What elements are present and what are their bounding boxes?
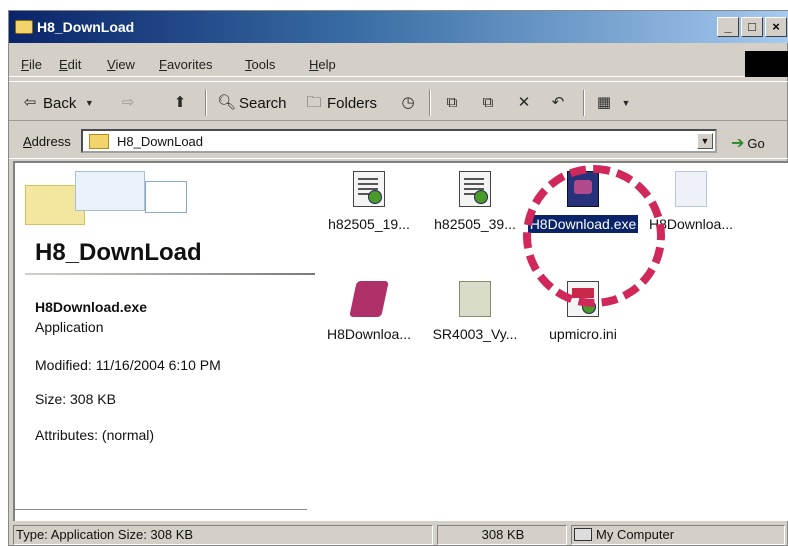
move-to-button[interactable]: ⧉ <box>443 91 461 115</box>
file-label: H8Downloa... <box>326 326 412 342</box>
help-book-icon <box>349 281 389 317</box>
toolbar-separator <box>583 90 585 116</box>
folder-view: H8_DownLoad H8Download.exe Application M… <box>13 161 788 521</box>
toolbar-separator <box>429 90 431 116</box>
folders-icon: 🗀 <box>306 94 322 111</box>
document-icon <box>459 171 491 207</box>
menu-view[interactable]: View <box>107 57 135 72</box>
menu-edit[interactable]: Edit <box>59 57 81 72</box>
file-label: h82505_19... <box>328 216 410 232</box>
menu-help[interactable]: Help <box>309 57 336 72</box>
forward-arrow-icon: ⇨ <box>121 94 135 111</box>
go-label: Go <box>747 135 765 151</box>
forward-button[interactable]: ⇨ <box>119 91 137 115</box>
menu-file[interactable]: File <box>21 57 42 72</box>
selected-file-name: H8Download.exe <box>35 299 148 315</box>
menu-tools[interactable]: Tools <box>245 57 275 72</box>
title-bar[interactable]: H8_DownLoad _ □ × <box>9 11 788 43</box>
folders-button[interactable]: 🗀 Folders <box>305 91 377 115</box>
selected-file-type: Application <box>35 319 104 335</box>
status-zone: My Computer <box>571 525 785 545</box>
address-value: H8_DownLoad <box>117 134 204 149</box>
file-item[interactable]: upmicro.ini <box>527 281 639 343</box>
application-icon <box>567 171 599 207</box>
history-button[interactable]: ◷ <box>399 91 417 115</box>
divider <box>15 509 307 510</box>
copy-to-icon: ⧉ <box>482 94 494 111</box>
chevron-down-icon: ▼ <box>621 98 631 108</box>
go-arrow-icon: ➔ <box>731 135 745 152</box>
go-button[interactable]: ➔ Go <box>731 133 765 153</box>
folder-icon <box>15 20 33 34</box>
toolbar: ⇦ Back ▼ ⇨ ⬆ 🔍︎ Search 🗀 Folders ◷ ⧉ ⧉ ✕… <box>9 81 788 121</box>
file-item-selected[interactable]: H8Download.exe <box>527 171 639 233</box>
address-bar: Address H8_DownLoad ▼ ➔ Go <box>9 123 788 159</box>
window-controls: _ □ × <box>717 17 787 37</box>
folders-label: Folders <box>327 94 378 112</box>
address-field[interactable]: H8_DownLoad ▼ <box>81 129 717 153</box>
history-icon: ◷ <box>401 94 415 111</box>
copy-to-button[interactable]: ⧉ <box>479 91 497 115</box>
close-button[interactable]: × <box>765 17 787 37</box>
back-label: Back <box>43 94 77 112</box>
views-icon: ▦ <box>596 94 612 111</box>
menu-favorites[interactable]: Favorites <box>159 57 212 72</box>
undo-icon: ↶ <box>551 94 565 111</box>
file-icon <box>675 171 707 207</box>
up-folder-button[interactable]: ⬆ <box>171 91 189 115</box>
delete-icon: ✕ <box>517 94 531 111</box>
menu-bar: File Edit View Favorites Tools Help <box>9 51 788 77</box>
undo-button[interactable]: ↶ <box>549 91 567 115</box>
address-label: Address <box>23 134 71 149</box>
move-to-icon: ⧉ <box>446 94 458 111</box>
ini-file-icon <box>567 281 599 317</box>
folder-icon <box>89 134 109 149</box>
selected-file-modified: Modified: 11/16/2004 6:10 PM <box>35 357 221 373</box>
back-arrow-icon: ⇦ <box>23 94 37 111</box>
file-item[interactable]: SR4003_Vy... <box>419 281 531 343</box>
file-icon <box>459 281 491 317</box>
file-label: H8Downloa... <box>648 216 734 232</box>
status-zone-label: My Computer <box>596 527 675 542</box>
status-type: Type: Application Size: 308 KB <box>13 525 433 545</box>
file-item[interactable]: h82505_19... <box>313 171 425 233</box>
divider <box>25 273 315 275</box>
toolbar-separator <box>205 90 207 116</box>
windows-logo <box>745 51 788 77</box>
chevron-down-icon[interactable]: ▼ <box>697 133 713 149</box>
selected-file-attributes: Attributes: (normal) <box>35 427 155 443</box>
maximize-button[interactable]: □ <box>741 17 763 37</box>
views-button[interactable]: ▦ ▼ <box>595 91 635 115</box>
delete-button[interactable]: ✕ <box>515 91 533 115</box>
selected-file-size: Size: 308 KB <box>35 391 116 407</box>
details-panel: H8_DownLoad H8Download.exe Application M… <box>15 163 315 519</box>
folder-title: H8_DownLoad <box>35 239 202 266</box>
folder-banner-image <box>25 171 195 231</box>
file-item[interactable]: H8Downloa... <box>313 281 425 343</box>
minimize-button[interactable]: _ <box>717 17 739 37</box>
computer-icon <box>574 528 592 541</box>
search-label: Search <box>239 94 287 112</box>
search-icon: 🔍︎ <box>217 94 237 111</box>
back-button[interactable]: ⇦ Back ▼ <box>21 91 98 115</box>
file-label: SR4003_Vy... <box>432 326 518 342</box>
chevron-down-icon: ▼ <box>84 98 94 108</box>
file-label: h82505_39... <box>434 216 516 232</box>
window-title: H8_DownLoad <box>37 19 135 35</box>
up-folder-icon: ⬆ <box>173 94 187 111</box>
file-label: upmicro.ini <box>549 326 617 342</box>
document-icon <box>353 171 385 207</box>
explorer-window: H8_DownLoad _ □ × File Edit View Favorit… <box>8 10 788 546</box>
status-size: 308 KB <box>437 525 567 545</box>
status-bar: Type: Application Size: 308 KB 308 KB My… <box>9 523 788 546</box>
search-button[interactable]: 🔍︎ Search <box>217 91 287 115</box>
file-label: H8Download.exe <box>527 215 639 233</box>
file-item[interactable]: H8Downloa... <box>635 171 747 233</box>
file-item[interactable]: h82505_39... <box>419 171 531 233</box>
